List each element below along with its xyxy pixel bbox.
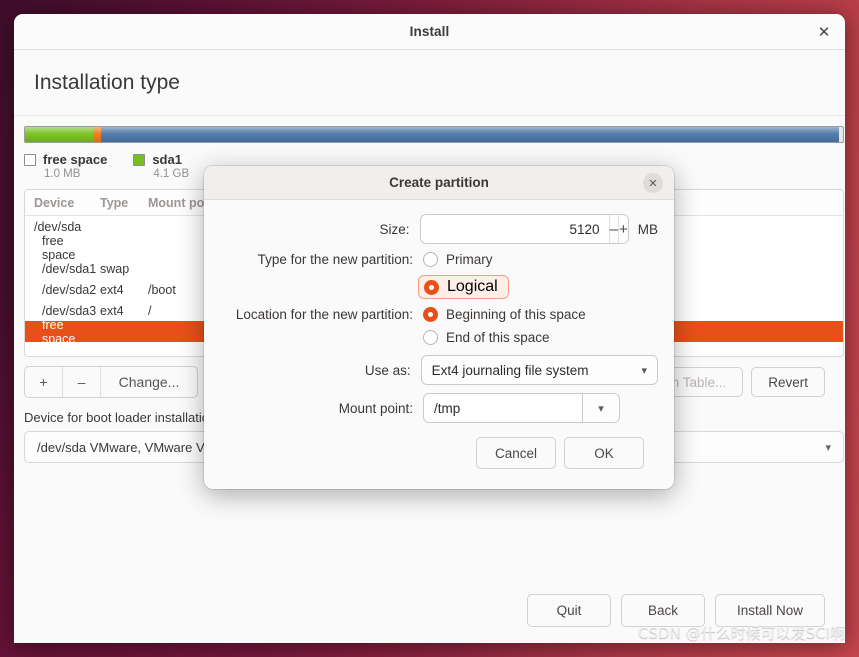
create-partition-dialog: Create partition ✕ Size: – + MB Type for… — [204, 166, 674, 489]
type-label: Type for the new partition: — [257, 252, 413, 267]
dialog-title: Create partition — [389, 175, 489, 190]
cell-device: /dev/sda3 — [42, 303, 97, 318]
type-row-logical: Logical — [220, 275, 658, 299]
use-as-select[interactable]: Ext4 journaling file system ▾ — [420, 355, 658, 385]
window-titlebar: Install ✕ — [14, 14, 845, 50]
use-as-value: Ext4 journaling file system — [431, 362, 589, 378]
mount-point-input[interactable]: /tmp — [423, 393, 582, 423]
cancel-button[interactable]: Cancel — [476, 437, 556, 469]
usage-segment-sda2 — [94, 127, 101, 142]
mount-point-label: Mount point: — [338, 400, 413, 416]
cell-type: ext4 — [100, 282, 124, 297]
radio-label-end: End of this space — [446, 330, 550, 345]
location-row-beginning: Location for the new partition: Beginnin… — [220, 307, 658, 322]
remove-partition-button[interactable]: – — [63, 367, 101, 397]
legend-label: free space — [43, 152, 108, 167]
use-as-row: Use as: Ext4 journaling file system ▾ — [220, 355, 658, 385]
size-stepper[interactable]: – + — [419, 214, 629, 244]
add-partition-button[interactable]: + — [25, 367, 63, 397]
radio-end-of-space[interactable]: End of this space — [423, 330, 550, 345]
size-label: Size: — [379, 221, 410, 237]
chevron-down-icon: ▾ — [641, 364, 647, 377]
dialog-actions: Cancel OK — [220, 437, 644, 469]
radio-beginning-of-space[interactable]: Beginning of this space — [423, 307, 586, 322]
partition-button-group: + – Change... — [24, 366, 198, 398]
type-row-primary: Type for the new partition: Primary — [220, 252, 658, 267]
close-icon[interactable]: ✕ — [815, 23, 833, 41]
cell-type: swap — [100, 261, 130, 276]
chevron-down-icon: ▾ — [825, 441, 831, 454]
installer-window: Install ✕ Installation type free space 1… — [14, 14, 845, 643]
radio-label-logical: Logical — [447, 278, 498, 295]
ok-button[interactable]: OK — [564, 437, 644, 469]
use-as-label: Use as: — [364, 362, 411, 378]
location-row-end: End of this space — [220, 330, 658, 345]
radio-primary[interactable]: Primary — [423, 252, 493, 267]
usage-segment-sda3 — [101, 127, 839, 142]
page-header: Installation type — [14, 50, 845, 116]
size-decrement-button[interactable]: – — [608, 215, 618, 243]
close-icon[interactable]: ✕ — [643, 173, 663, 193]
radio-label-primary: Primary — [446, 252, 493, 267]
cell-device: /dev/sda2 — [42, 282, 97, 297]
legend-swatch-free-space — [24, 153, 36, 166]
legend-swatch-sda1 — [133, 153, 146, 166]
quit-button[interactable]: Quit — [527, 594, 611, 627]
radio-logical[interactable]: Logical — [418, 275, 509, 299]
size-increment-button[interactable]: + — [617, 215, 628, 243]
page-title: Installation type — [34, 70, 180, 94]
dialog-body: Size: – + MB Type for the new partition:… — [204, 200, 674, 469]
size-row: Size: – + MB — [220, 214, 658, 244]
column-header-type[interactable]: Type — [100, 196, 148, 210]
column-header-device[interactable]: Device — [25, 196, 100, 210]
location-label: Location for the new partition: — [235, 307, 413, 322]
radio-label-beginning: Beginning of this space — [446, 307, 586, 322]
legend-item: free space 1.0 MB — [24, 152, 107, 180]
radio-icon-end[interactable] — [423, 330, 438, 345]
legend-size: 1.0 MB — [44, 168, 81, 180]
cell-device: free space — [42, 233, 76, 262]
legend-size: 4.1 GB — [153, 168, 190, 180]
change-partition-button[interactable]: Change... — [101, 367, 197, 397]
legend-label: sda1 — [152, 152, 182, 167]
dialog-titlebar: Create partition ✕ — [204, 166, 674, 200]
disk-usage-bar — [24, 126, 844, 143]
watermark-text: CSDN @什么时候可以发SCI啊 — [638, 624, 845, 642]
legend-item: sda1 4.1 GB — [133, 152, 189, 180]
radio-icon-logical[interactable] — [424, 279, 439, 295]
cell-device: /dev/sda — [34, 219, 82, 234]
mount-point-combo[interactable]: /tmp ▾ — [423, 393, 620, 423]
radio-icon-beginning[interactable] — [423, 307, 438, 322]
revert-button[interactable]: Revert — [751, 367, 825, 397]
cell-device: /dev/sda1 — [42, 261, 97, 276]
mount-point-row: Mount point: /tmp ▾ — [220, 393, 658, 423]
chevron-down-icon[interactable]: ▾ — [582, 393, 620, 423]
cell-type: ext4 — [100, 303, 124, 318]
size-unit-label: MB — [637, 221, 658, 237]
window-title: Install — [409, 24, 450, 39]
radio-icon-primary[interactable] — [423, 252, 438, 267]
cell-device: free space — [42, 317, 76, 346]
size-input[interactable] — [420, 215, 609, 243]
usage-segment-sda1 — [25, 127, 94, 142]
